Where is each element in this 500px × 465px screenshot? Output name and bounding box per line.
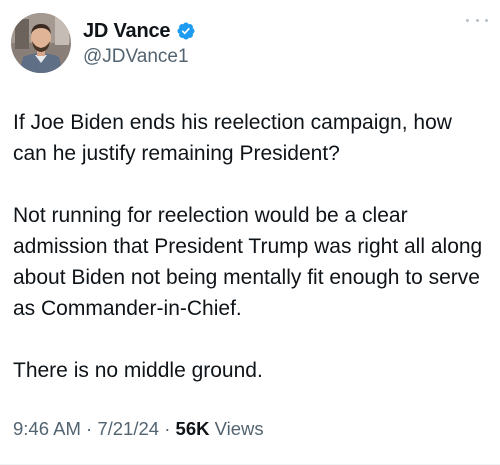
author-handle[interactable]: @JDVance1 <box>83 46 196 68</box>
meta-separator: · <box>164 418 171 439</box>
tweet-time[interactable]: 9:46 AM <box>13 418 81 439</box>
more-horizontal-icon[interactable] <box>466 14 488 26</box>
tweet-card: JD Vance @JDVance1 If Joe Biden ends his… <box>0 0 500 465</box>
views-count[interactable]: 56K <box>176 418 210 439</box>
avatar[interactable] <box>11 13 71 73</box>
views-label: Views <box>214 418 264 439</box>
more-dot <box>466 18 469 22</box>
more-dot <box>485 18 488 22</box>
author-display-name[interactable]: JD Vance <box>83 20 171 43</box>
avatar-image <box>11 13 71 73</box>
tweet-text: If Joe Biden ends his reelection campaig… <box>13 107 491 386</box>
tweet-paragraph: There is no middle ground. <box>13 359 263 382</box>
more-dot <box>475 18 479 22</box>
tweet-paragraph: If Joe Biden ends his reelection campaig… <box>13 111 452 165</box>
tweet-date[interactable]: 7/21/24 <box>97 418 159 439</box>
tweet-metadata: 9:46 AM · 7/21/24 · 56K Views <box>13 418 264 440</box>
tweet-header: JD Vance @JDVance1 <box>11 13 196 73</box>
author-block: JD Vance @JDVance1 <box>83 19 196 68</box>
verified-badge-icon[interactable] <box>176 21 196 41</box>
meta-separator: · <box>86 418 93 439</box>
tweet-paragraph: Not running for reelection would be a cl… <box>13 204 483 320</box>
name-row: JD Vance <box>83 19 196 43</box>
